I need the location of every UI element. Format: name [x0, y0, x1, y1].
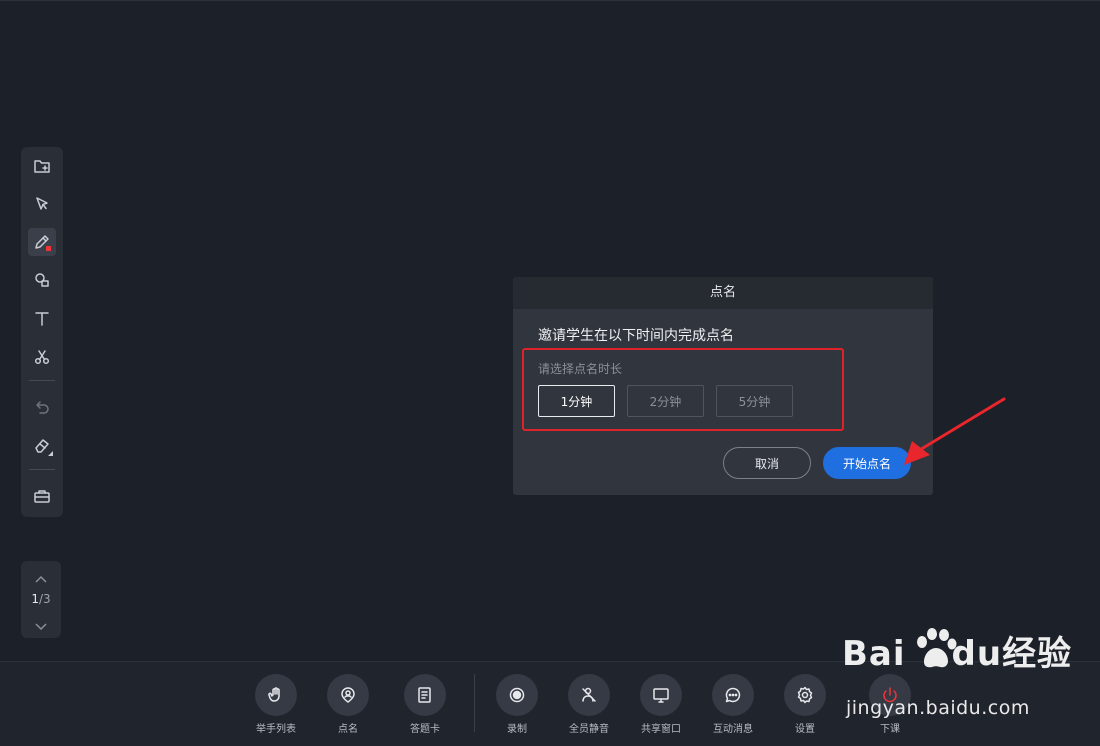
toolbar-divider: [29, 469, 55, 470]
duration-option-1min[interactable]: 1分钟: [538, 385, 615, 417]
watermark-url: jingyan.baidu.com: [846, 697, 1030, 719]
message-icon: [725, 687, 741, 703]
pen-color-indicator: [46, 246, 51, 251]
record-label: 录制: [507, 724, 527, 735]
raise-hand-list-button[interactable]: 举手列表: [241, 674, 311, 735]
pointer-icon[interactable]: [28, 190, 56, 218]
undo-icon[interactable]: [28, 393, 56, 421]
page-current: 1: [31, 592, 39, 606]
top-divider: [0, 0, 1100, 1]
text-icon[interactable]: [28, 305, 56, 333]
settings-label: 设置: [795, 724, 815, 735]
bottom-divider: [474, 674, 475, 732]
scissors-icon[interactable]: [28, 343, 56, 371]
duration-option-5min[interactable]: 5分钟: [716, 385, 793, 417]
eraser-icon[interactable]: [28, 431, 56, 459]
page-navigator: 1/3: [21, 561, 61, 638]
watermark-brand-a: Bai: [842, 634, 906, 674]
answer-card-label: 答题卡: [410, 724, 440, 735]
shapes-icon[interactable]: [28, 266, 56, 294]
duration-label: 请选择点名时长: [538, 362, 623, 376]
page-down-icon[interactable]: [33, 618, 49, 631]
mute-all-icon: [582, 687, 596, 702]
whiteboard-toolbar: [21, 147, 63, 517]
record-icon: [509, 687, 525, 703]
pen-icon[interactable]: [28, 228, 56, 256]
roll-call-dialog: 点名 邀请学生在以下时间内完成点名 请选择点名时长 1分钟 2分钟 5分钟 取消…: [513, 277, 933, 495]
share-window-button[interactable]: 共享窗口: [626, 674, 696, 735]
page-total: /3: [38, 592, 51, 606]
gear-icon: [797, 686, 813, 704]
folder-add-icon[interactable]: [28, 152, 56, 180]
cancel-button[interactable]: 取消: [723, 447, 811, 479]
baidu-paw-icon: [917, 628, 957, 668]
toolbar-divider: [29, 380, 55, 381]
answer-card-icon: [418, 687, 431, 703]
toolbox-icon[interactable]: [28, 482, 56, 510]
raise-hand-list-label: 举手列表: [256, 724, 296, 735]
watermark-brand-c: 经验: [1002, 634, 1073, 674]
record-button[interactable]: 录制: [482, 674, 552, 735]
interactive-messages-label: 互动消息: [713, 724, 753, 735]
annotation-arrow-icon: [904, 397, 1006, 465]
raise-hand-icon: [268, 687, 280, 702]
answer-card-button[interactable]: 答题卡: [390, 674, 460, 735]
dialog-title: 点名: [513, 277, 933, 309]
share-window-icon: [653, 688, 669, 703]
page-up-icon[interactable]: [33, 570, 49, 583]
page-indicator: 1/3: [21, 592, 61, 606]
roll-call-button[interactable]: 点名: [313, 674, 383, 735]
share-window-label: 共享窗口: [641, 724, 681, 735]
duration-option-2min[interactable]: 2分钟: [627, 385, 704, 417]
eraser-expand-icon: [48, 451, 53, 456]
mute-all-label: 全员静音: [569, 724, 609, 735]
end-class-label: 下课: [880, 724, 900, 735]
mute-all-button[interactable]: 全员静音: [554, 674, 624, 735]
roll-call-icon: [341, 687, 355, 703]
roll-call-label: 点名: [338, 724, 358, 735]
settings-button[interactable]: 设置: [770, 674, 840, 735]
interactive-messages-button[interactable]: 互动消息: [698, 674, 768, 735]
dialog-message: 邀请学生在以下时间内完成点名: [538, 328, 734, 344]
